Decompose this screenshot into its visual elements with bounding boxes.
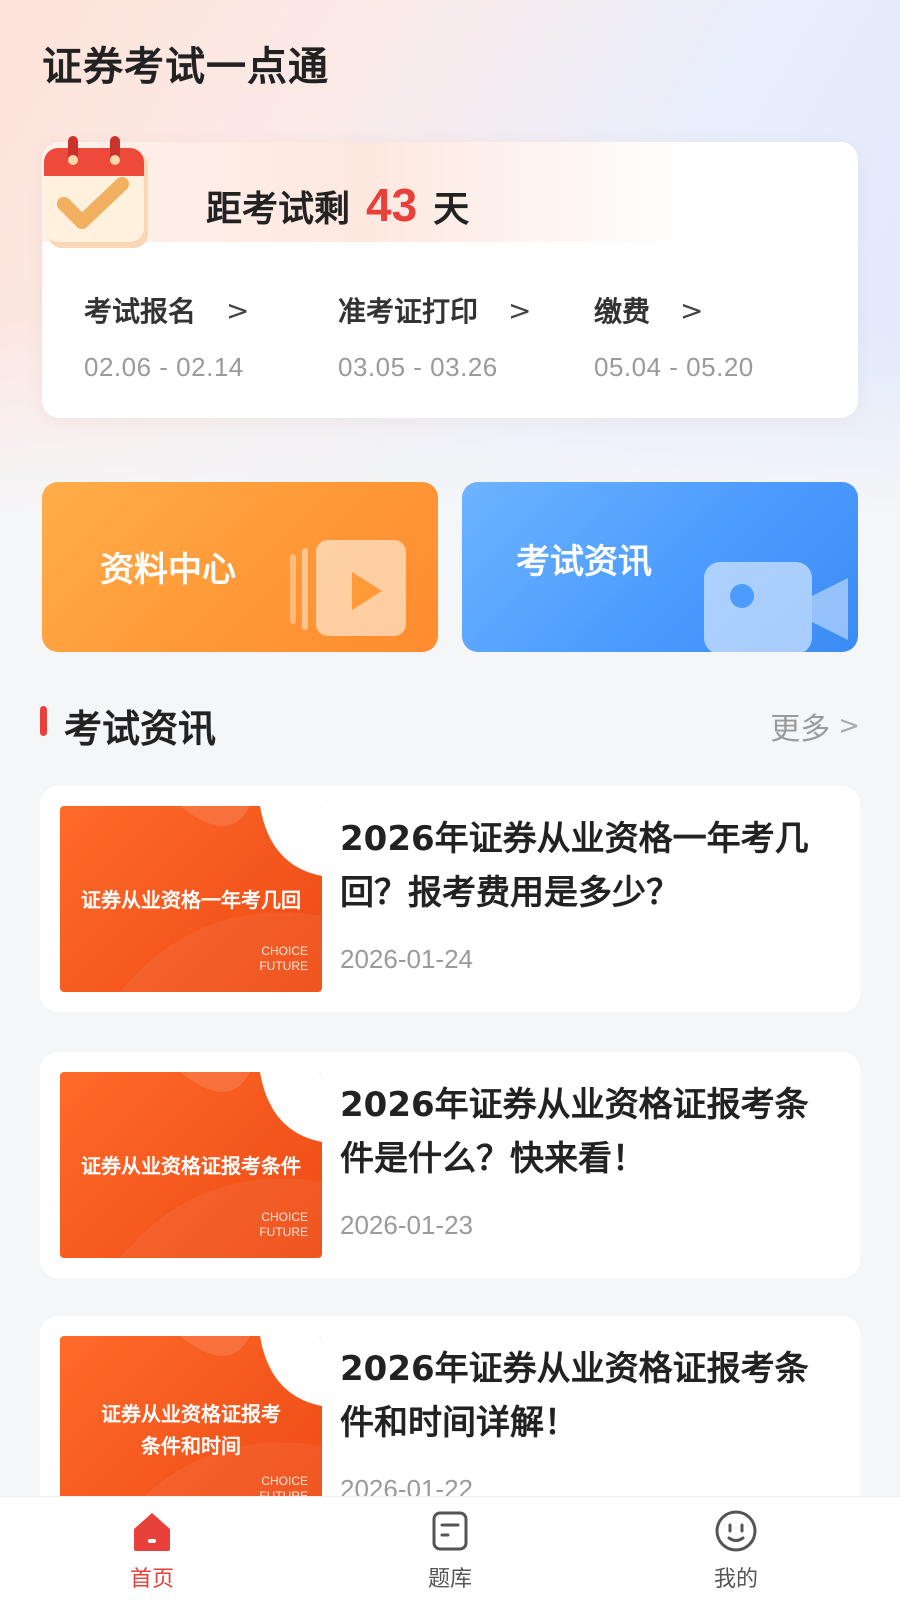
news-thumbnail: 证券从业资格证报考条件和时间 CHOICE FUTURE xyxy=(60,1336,322,1522)
tab-label: 我的 xyxy=(713,1567,758,1592)
step-label: 缴费 xyxy=(594,295,651,328)
video-camera-icon xyxy=(704,562,848,652)
thumbnail-text: 证券从业资格一年考几回 xyxy=(81,888,301,912)
news-title: 2026年证券从业资格证报考条件是什么？快来看！ xyxy=(340,1085,809,1179)
chevron-right-icon: > xyxy=(508,293,532,327)
tab-label: 首页 xyxy=(129,1567,174,1592)
news-date: 2026-01-24 xyxy=(340,944,473,974)
countdown-text: 距考试剩 43 天 xyxy=(206,178,469,232)
step-date: 02.06 - 02.14 xyxy=(84,352,244,382)
countdown-days: 43 xyxy=(366,179,418,231)
chevron-right-icon: > xyxy=(226,293,250,327)
thumbnail-text: 证券从业资格证报考条件 xyxy=(81,1154,301,1178)
home-icon xyxy=(134,1513,170,1551)
question-bank-icon xyxy=(432,1511,468,1551)
tile-label: 考试资讯 xyxy=(516,542,652,582)
play-icon xyxy=(290,540,406,636)
tab-label: 题库 xyxy=(427,1567,472,1592)
brand-line: FUTURE xyxy=(259,959,308,973)
calendar-check-icon xyxy=(44,136,148,248)
step-label: 考试报名 xyxy=(84,295,197,328)
brand-line: CHOICE xyxy=(261,1474,308,1488)
exam-news-tile[interactable]: 考试资讯 xyxy=(462,482,858,652)
tile-label: 资料中心 xyxy=(100,550,236,590)
chevron-right-icon: > xyxy=(680,293,704,327)
bottom-tab-bar: 首页 题库 我的 xyxy=(0,1496,900,1600)
step-payment[interactable]: 缴费 > 05.04 - 05.20 xyxy=(594,290,754,383)
tab-home[interactable]: 首页 xyxy=(92,1507,212,1593)
section-title: 考试资讯 xyxy=(64,707,217,751)
more-link[interactable]: 更多 > xyxy=(770,704,860,748)
profile-icon xyxy=(715,1510,757,1552)
tab-profile[interactable]: 我的 xyxy=(676,1507,796,1593)
materials-center-tile[interactable]: 资料中心 xyxy=(42,482,438,652)
step-date: 03.05 - 03.26 xyxy=(338,352,498,382)
tab-question-bank[interactable]: 题库 xyxy=(390,1507,510,1593)
countdown-prefix: 距考试剩 xyxy=(206,189,351,230)
news-thumbnail: 证券从业资格证报考条件 CHOICE FUTURE xyxy=(60,1072,322,1258)
brand-line: CHOICE xyxy=(261,944,308,958)
news-section-header: 考试资讯 更多 > xyxy=(40,696,860,751)
step-date: 05.04 - 05.20 xyxy=(594,352,754,382)
news-thumbnail: 证券从业资格一年考几回 CHOICE FUTURE xyxy=(60,806,322,992)
news-title: 2026年证券从业资格一年考几回？报考费用是多少？ xyxy=(340,819,809,913)
news-date: 2026-01-23 xyxy=(340,1210,473,1240)
step-registration[interactable]: 考试报名 > 02.06 - 02.14 xyxy=(84,290,249,383)
step-label: 准考证打印 xyxy=(338,295,479,328)
step-admission-ticket[interactable]: 准考证打印 > 03.05 - 03.26 xyxy=(338,290,531,383)
more-label: 更多 xyxy=(770,712,831,747)
thumbnail-brand: CHOICE FUTURE xyxy=(259,944,308,974)
thumbnail-text: 证券从业资格证报考条件和时间 xyxy=(101,1402,281,1458)
chevron-right-icon: > xyxy=(838,711,860,741)
news-card[interactable]: 证券从业资格证报考条件 CHOICE FUTURE 2026年证券从业资格证报考… xyxy=(40,1052,860,1278)
news-title: 2026年证券从业资格证报考条件和时间详解！ xyxy=(340,1349,809,1443)
section-accent-bar xyxy=(40,706,47,736)
brand-line: CHOICE xyxy=(261,1210,308,1224)
brand-line: FUTURE xyxy=(259,1225,308,1239)
news-card[interactable]: 证券从业资格一年考几回 CHOICE FUTURE 2026年证券从业资格一年考… xyxy=(40,786,860,1012)
countdown-suffix: 天 xyxy=(433,189,470,230)
app-title: 证券考试一点通 xyxy=(42,44,329,90)
thumbnail-brand: CHOICE FUTURE xyxy=(259,1210,308,1240)
